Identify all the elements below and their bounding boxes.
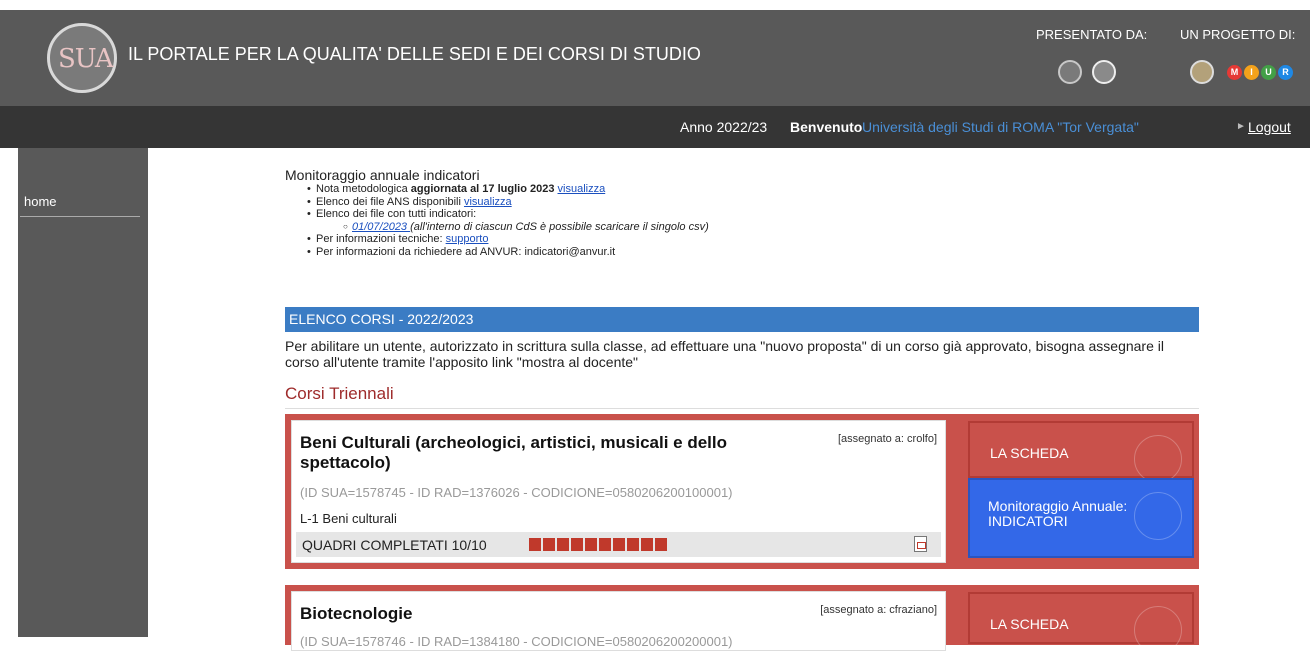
pdf-icon[interactable] bbox=[914, 536, 927, 552]
sua-watermark-icon bbox=[1134, 492, 1182, 540]
course-ids: (ID SUA=1578745 - ID RAD=1376026 - CODIC… bbox=[300, 485, 733, 500]
academic-year: Anno 2022/23 bbox=[680, 119, 768, 135]
indicatori-date-link[interactable]: 01/07/2023 bbox=[352, 221, 410, 233]
section-title: Corsi Triennali bbox=[285, 384, 394, 403]
presented-by-label: PRESENTATO DA: bbox=[1036, 27, 1148, 42]
miur-letter-u: U bbox=[1261, 65, 1276, 80]
portal-title: IL PORTALE PER LA QUALITA' DELLE SEDI E … bbox=[128, 44, 701, 64]
list-item: 01/07/2023 (all'interno di ciascun CdS è… bbox=[316, 221, 709, 234]
quadro-completed-square bbox=[641, 538, 653, 551]
assigned-to: [assegnato a: crolfo] bbox=[837, 433, 937, 445]
sidebar-divider bbox=[20, 216, 140, 217]
list-item: Per informazioni da richiedere ad ANVUR:… bbox=[307, 246, 709, 259]
quadro-completed-square bbox=[543, 538, 555, 551]
nota-visualizza-link[interactable]: visualizza bbox=[558, 183, 606, 195]
miur-letter-r: R bbox=[1278, 65, 1293, 80]
list-item: Per informazioni tecniche: supporto bbox=[307, 233, 709, 246]
course-ids: (ID SUA=1578746 - ID RAD=1384180 - CODIC… bbox=[300, 634, 733, 649]
course-card: Biotecnologie [assegnato a: cfraziano] (… bbox=[285, 585, 1199, 654]
project-of-label: UN PROGETTO DI: bbox=[1180, 27, 1296, 42]
supporto-link[interactable]: supporto bbox=[446, 233, 489, 245]
course-info: Biotecnologie [assegnato a: cfraziano] (… bbox=[291, 591, 946, 651]
header: SUA IL PORTALE PER LA QUALITA' DELLE SED… bbox=[0, 0, 1310, 106]
sidebar-item-home[interactable]: home bbox=[24, 194, 57, 209]
monitoring-list: Nota metodologica aggiornata al 17 lugli… bbox=[307, 183, 709, 259]
quadro-completed-square bbox=[655, 538, 667, 551]
republic-emblem-icon bbox=[1190, 60, 1214, 84]
list-item: Nota metodologica aggiornata al 17 lugli… bbox=[307, 183, 709, 196]
university-name: Università degli Studi di ROMA "Tor Verg… bbox=[862, 119, 1139, 135]
welcome-label: Benvenuto bbox=[790, 119, 863, 135]
miur-letter-m: M bbox=[1227, 65, 1242, 80]
miur-logo[interactable]: M I U R bbox=[1227, 65, 1293, 80]
quadro-completed-square bbox=[571, 538, 583, 551]
section-divider bbox=[285, 408, 1199, 409]
list-item: Elenco dei file con tutti indicatori: bbox=[307, 208, 709, 221]
ans-visualizza-link[interactable]: visualizza bbox=[464, 196, 512, 208]
course-class: L-1 Beni culturali bbox=[300, 511, 397, 526]
quadri-progress-bar bbox=[529, 538, 667, 551]
anvur-logo-icon[interactable] bbox=[1058, 60, 1082, 84]
la-scheda-button[interactable]: LA SCHEDA bbox=[968, 592, 1194, 654]
logout-link[interactable]: Logout bbox=[1248, 119, 1291, 135]
top-bar: Anno 2022/23 Benvenuto Università degli … bbox=[0, 106, 1310, 148]
assigned-to: [assegnato a: cfraziano] bbox=[820, 604, 937, 616]
monitoraggio-indicatori-button[interactable]: Monitoraggio Annuale: INDICATORI bbox=[968, 478, 1194, 558]
sua-logo[interactable]: SUA bbox=[47, 23, 117, 93]
instructions-text: Per abilitare un utente, autorizzato in … bbox=[285, 338, 1164, 370]
course-name[interactable]: Biotecnologie bbox=[300, 604, 760, 624]
sidebar: home bbox=[0, 148, 148, 637]
quadri-label: QUADRI COMPLETATI 10/10 bbox=[302, 537, 487, 553]
quadri-status: QUADRI COMPLETATI 10/10 bbox=[296, 532, 941, 557]
course-list-banner: ELENCO CORSI - 2022/2023 bbox=[285, 307, 1199, 332]
monitoring-title: Monitoraggio annuale indicatori bbox=[285, 167, 480, 183]
logo-text: SUA bbox=[58, 44, 114, 74]
course-name[interactable]: Beni Culturali (archeologici, artistici,… bbox=[300, 433, 760, 473]
miur-letter-i: I bbox=[1244, 65, 1259, 80]
quadro-completed-square bbox=[613, 538, 625, 551]
logout-arrow-icon: ► bbox=[1236, 121, 1246, 132]
quadro-completed-square bbox=[585, 538, 597, 551]
la-scheda-button[interactable]: LA SCHEDA bbox=[968, 421, 1194, 483]
cineca-logo-icon[interactable] bbox=[1092, 60, 1116, 84]
quadro-completed-square bbox=[599, 538, 611, 551]
quadro-completed-square bbox=[627, 538, 639, 551]
list-item: Elenco dei file ANS disponibili visualiz… bbox=[307, 196, 709, 209]
course-info: Beni Culturali (archeologici, artistici,… bbox=[291, 420, 946, 563]
sua-watermark-icon bbox=[1134, 435, 1182, 483]
quadro-completed-square bbox=[557, 538, 569, 551]
course-card: Beni Culturali (archeologici, artistici,… bbox=[285, 414, 1199, 569]
quadro-completed-square bbox=[529, 538, 541, 551]
sua-watermark-icon bbox=[1134, 606, 1182, 654]
